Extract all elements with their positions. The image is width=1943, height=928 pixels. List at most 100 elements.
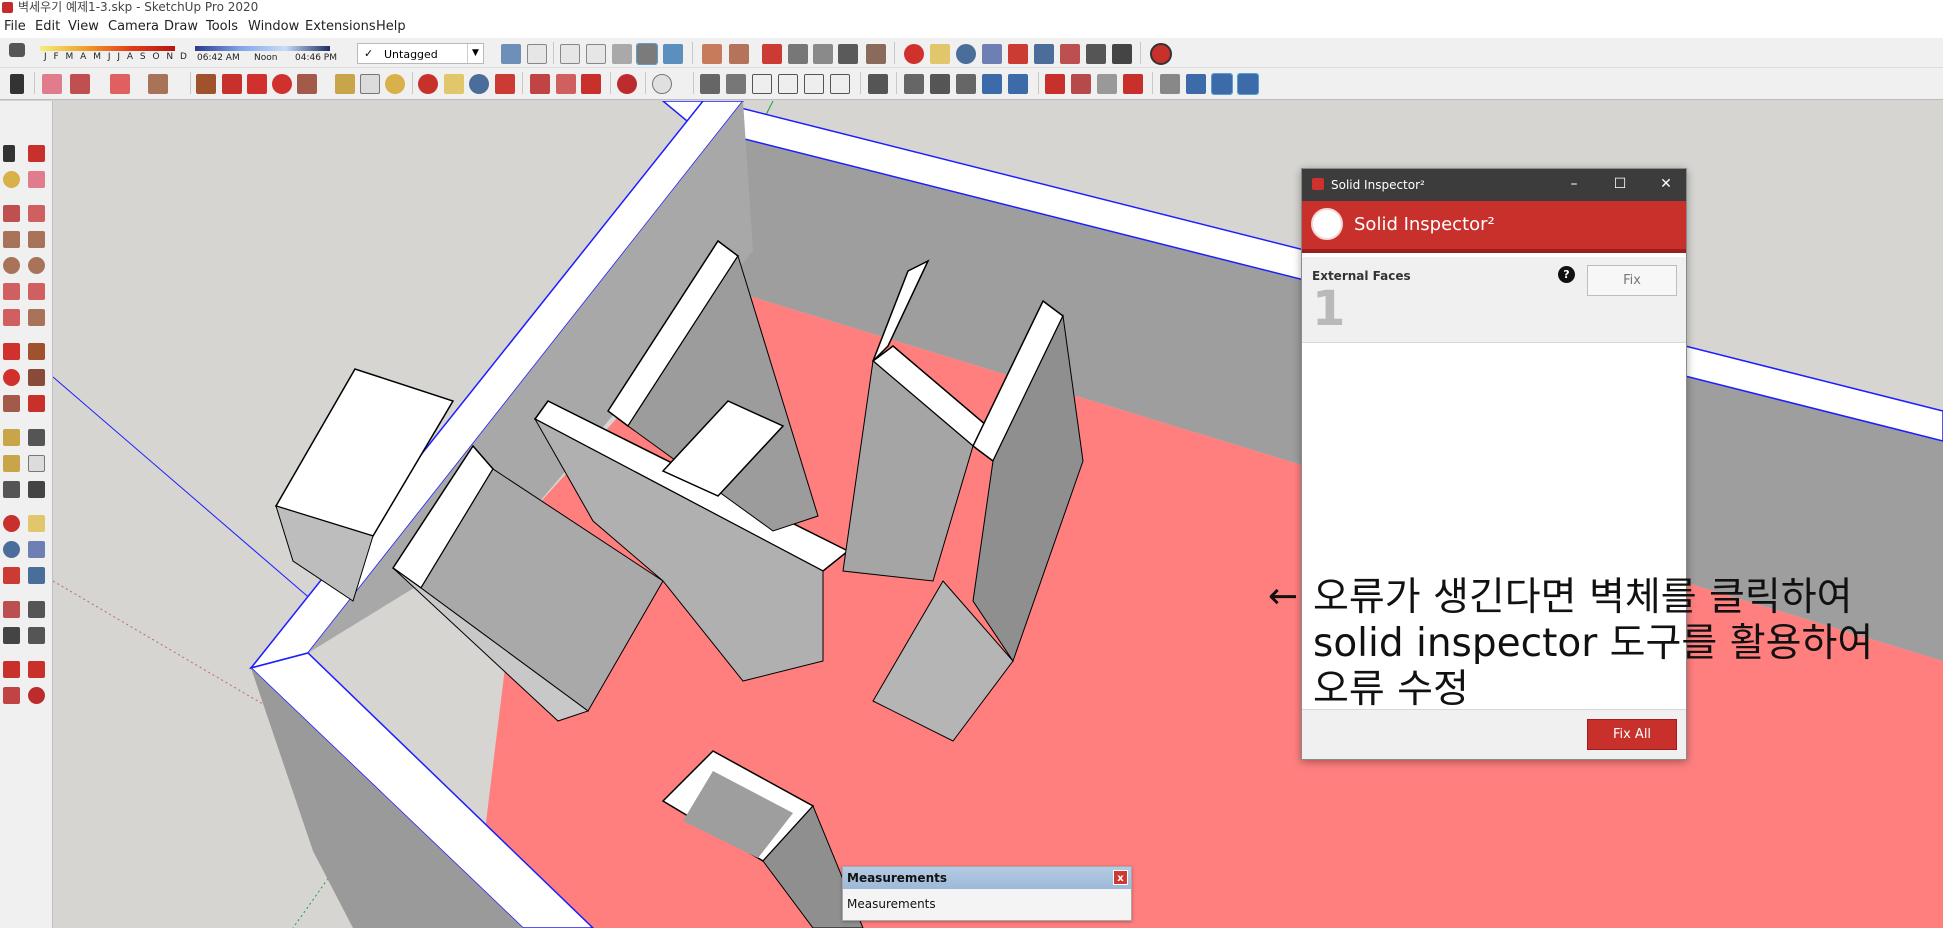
- paint-tool-icon[interactable]: [3, 171, 20, 188]
- menu-tools[interactable]: Tools: [206, 19, 238, 34]
- zoom-icon[interactable]: [956, 44, 976, 64]
- polygon-icon[interactable]: [28, 257, 45, 274]
- line-tool-icon[interactable]: [3, 205, 20, 222]
- select-icon[interactable]: [10, 74, 24, 94]
- sandbox-3-icon[interactable]: [1097, 74, 1117, 94]
- solid-intersect-icon[interactable]: [930, 74, 950, 94]
- view-back-icon[interactable]: [804, 74, 824, 94]
- help-icon[interactable]: ?: [1558, 266, 1575, 283]
- section-plane-icon[interactable]: [868, 74, 888, 94]
- eraser-tool-icon[interactable]: [28, 171, 45, 188]
- zoom-extents-tool-icon[interactable]: [3, 567, 20, 584]
- zoom-tool-icon[interactable]: [3, 541, 20, 558]
- offset-icon[interactable]: [28, 395, 45, 412]
- shaded-icon[interactable]: [612, 44, 632, 64]
- zoom-2-icon[interactable]: [469, 74, 489, 94]
- close-button[interactable]: ✕: [1651, 174, 1681, 194]
- fix-all-button[interactable]: Fix All: [1587, 719, 1677, 750]
- pie-icon[interactable]: [28, 309, 45, 326]
- arc-tool-icon[interactable]: [3, 283, 20, 300]
- orbit-icon[interactable]: [904, 44, 924, 64]
- sandbox-2-icon[interactable]: [1071, 74, 1091, 94]
- menu-edit[interactable]: Edit: [35, 19, 60, 34]
- hidden-line-icon[interactable]: [586, 44, 606, 64]
- menu-draw[interactable]: Draw: [164, 19, 198, 34]
- chevron-down-icon[interactable]: ▼: [467, 44, 483, 63]
- layout-send-icon[interactable]: [581, 74, 601, 94]
- position-camera-tool-icon[interactable]: [3, 601, 20, 618]
- text-icon[interactable]: [360, 74, 380, 94]
- outliner-icon[interactable]: [1211, 73, 1233, 95]
- pan-tool-icon[interactable]: [28, 515, 45, 532]
- arc-2pt-icon[interactable]: [28, 283, 45, 300]
- position-camera-icon[interactable]: [1060, 44, 1080, 64]
- back-edges-icon[interactable]: [527, 44, 547, 64]
- style-6-icon[interactable]: [838, 44, 858, 64]
- protractor-icon[interactable]: [3, 455, 20, 472]
- text-tool-icon[interactable]: [28, 455, 45, 472]
- menu-file[interactable]: File: [4, 19, 26, 34]
- scale-tool-icon[interactable]: [3, 395, 20, 412]
- rotate-tool-icon[interactable]: [3, 369, 20, 386]
- axes-icon[interactable]: [1160, 74, 1180, 94]
- eraser-icon[interactable]: [42, 74, 62, 94]
- measurements-header[interactable]: Measurements x: [843, 867, 1131, 889]
- menu-help[interactable]: Help: [376, 19, 406, 34]
- zoom-window-icon[interactable]: [982, 44, 1002, 64]
- rectangle-tool-icon[interactable]: [3, 231, 20, 248]
- components-icon[interactable]: [1237, 73, 1259, 95]
- zoom-extents-icon[interactable]: [1008, 44, 1028, 64]
- push-pull-tool-icon[interactable]: [28, 343, 45, 360]
- measurements-input[interactable]: Measurements: [847, 897, 936, 911]
- solid-trim-icon[interactable]: [982, 74, 1002, 94]
- make-component-icon[interactable]: [28, 145, 45, 162]
- view-left-icon[interactable]: [830, 74, 850, 94]
- extension-tool-icon[interactable]: [3, 687, 20, 704]
- look-around-tool-icon[interactable]: [28, 601, 45, 618]
- freehand-icon[interactable]: [28, 205, 45, 222]
- fix-button[interactable]: Fix: [1587, 265, 1677, 296]
- shadow-time-slider[interactable]: [195, 46, 330, 51]
- tag-dropdown[interactable]: ✓ Untagged ▼: [357, 43, 484, 64]
- rectangle-icon[interactable]: [148, 74, 168, 94]
- style-1-icon[interactable]: [702, 44, 722, 64]
- dimension-icon[interactable]: [1186, 74, 1206, 94]
- arc-icon[interactable]: [110, 74, 130, 94]
- previous-view-icon[interactable]: [1034, 44, 1054, 64]
- style-2-icon[interactable]: [729, 44, 749, 64]
- extension-manager-tool-icon[interactable]: [28, 687, 45, 704]
- menu-extensions[interactable]: Extensions: [305, 19, 376, 34]
- zoom-window-tool-icon[interactable]: [28, 541, 45, 558]
- view-iso-icon[interactable]: [700, 74, 720, 94]
- menu-camera[interactable]: Camera: [108, 19, 159, 34]
- shadow-month-slider[interactable]: [40, 46, 175, 51]
- orbit-2-icon[interactable]: [418, 74, 438, 94]
- warehouse-icon[interactable]: [530, 74, 550, 94]
- dimension-tool-icon[interactable]: [28, 429, 45, 446]
- monochrome-icon[interactable]: [663, 44, 683, 64]
- zoom-previous-icon[interactable]: [28, 567, 45, 584]
- section-tool-icon[interactable]: [28, 627, 45, 644]
- move-icon[interactable]: [247, 74, 267, 94]
- warehouse-tool-icon[interactable]: [3, 661, 20, 678]
- dialog-title-bar[interactable]: Solid Inspector² – ☐ ✕: [1302, 169, 1686, 201]
- circle-icon[interactable]: [3, 257, 20, 274]
- extension-manager-icon[interactable]: [617, 74, 637, 94]
- arc-3pt-icon[interactable]: [3, 309, 20, 326]
- walk-tool-icon[interactable]: [3, 627, 20, 644]
- xray-icon[interactable]: [501, 44, 521, 64]
- style-3-icon[interactable]: [762, 44, 782, 64]
- push-pull-icon[interactable]: [196, 74, 216, 94]
- sandbox-1-icon[interactable]: [1045, 74, 1065, 94]
- line-icon[interactable]: [70, 74, 90, 94]
- menu-view[interactable]: View: [68, 19, 99, 34]
- view-right-icon[interactable]: [778, 74, 798, 94]
- rotated-rectangle-icon[interactable]: [28, 231, 45, 248]
- scale-icon[interactable]: [297, 74, 317, 94]
- external-faces-section[interactable]: External Faces 1 ? Fix: [1302, 257, 1686, 343]
- tape-tool-icon[interactable]: [3, 429, 20, 446]
- view-top-icon[interactable]: [726, 74, 746, 94]
- pan-icon[interactable]: [930, 44, 950, 64]
- follow-me-tool-icon[interactable]: [28, 369, 45, 386]
- follow-me-icon[interactable]: [222, 74, 242, 94]
